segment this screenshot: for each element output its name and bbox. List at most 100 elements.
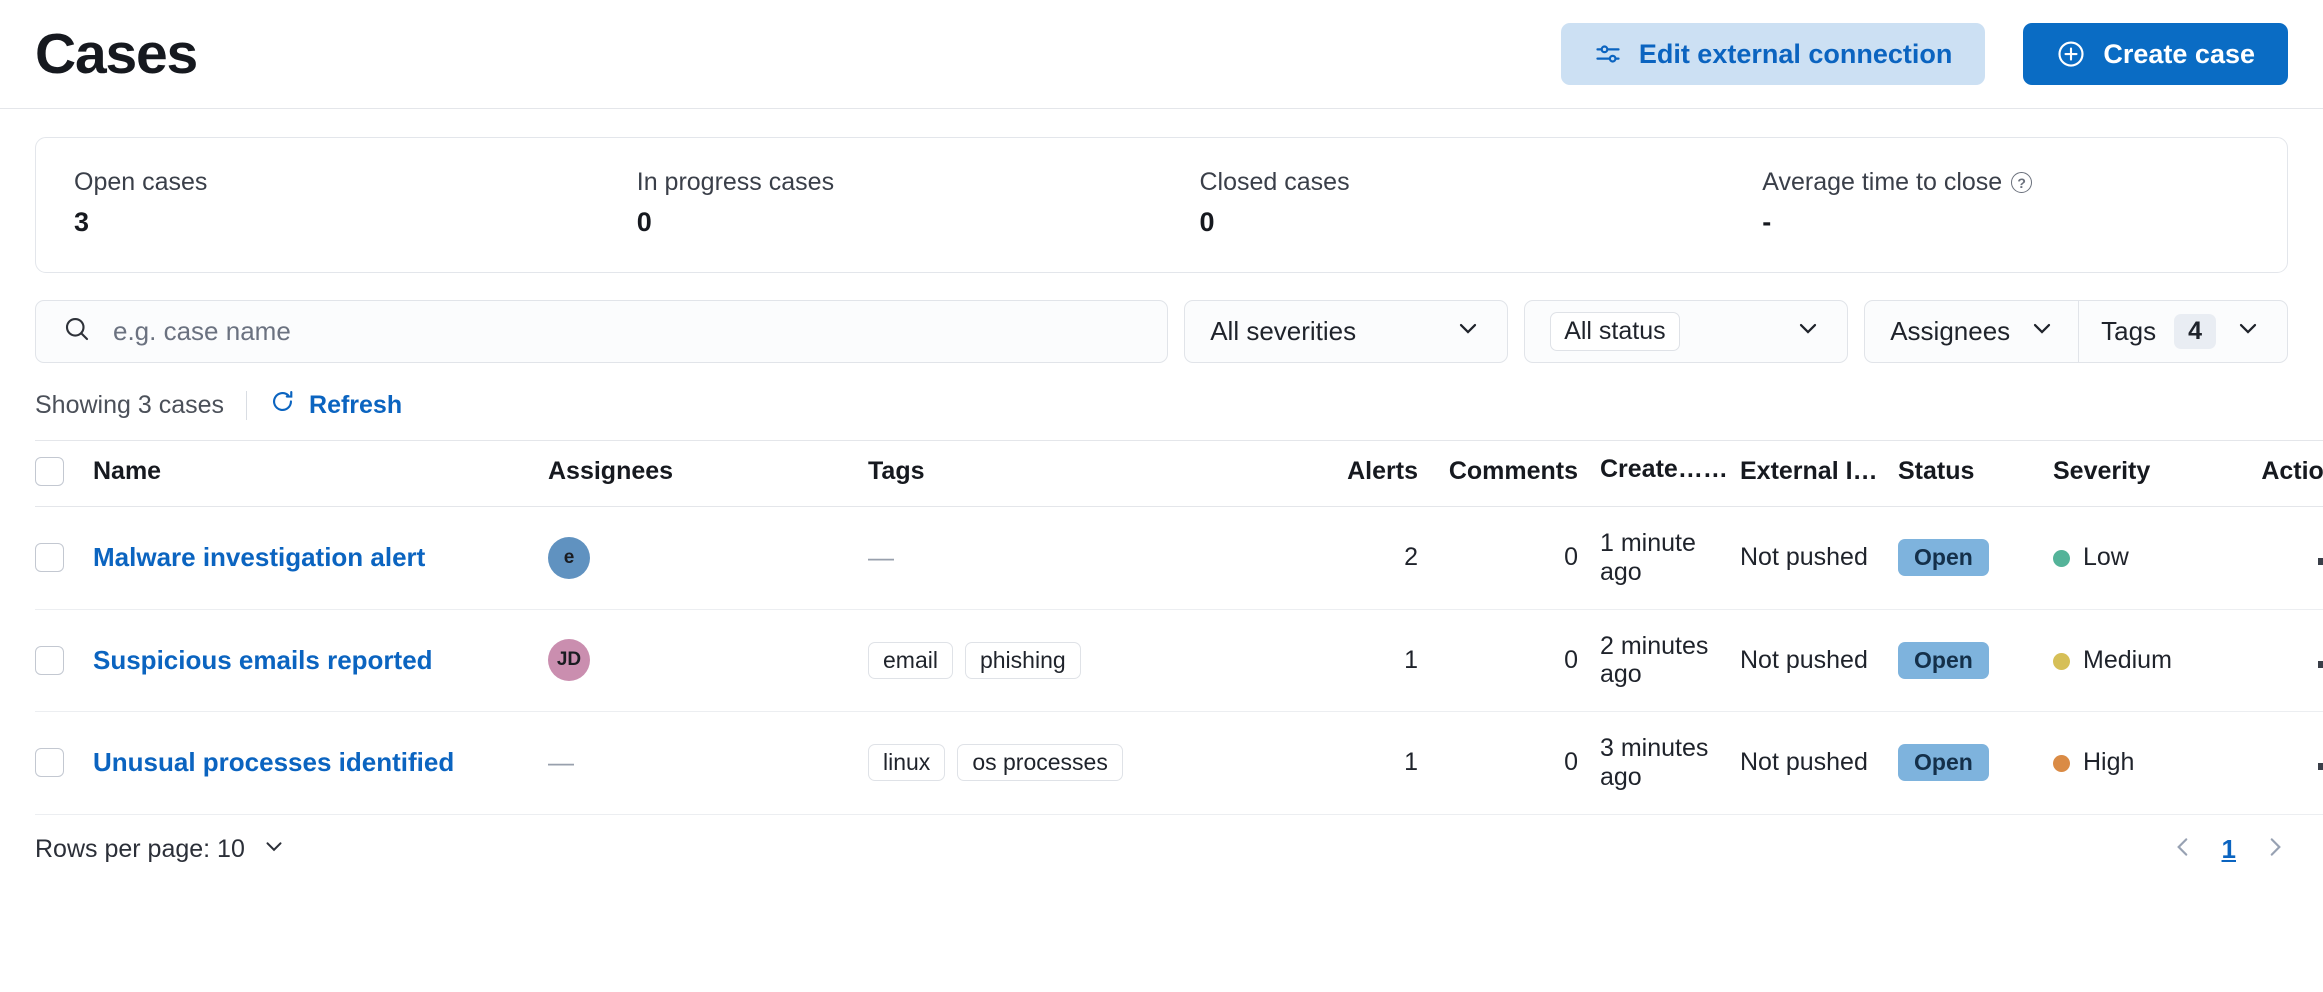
header-external-incident[interactable]: External In…	[1728, 440, 1888, 507]
stat-average-time-to-close-label: Average time to close ?	[1762, 168, 2287, 197]
header-assignees[interactable]: Assignees	[548, 440, 868, 507]
row-comments-cell: 0	[1418, 506, 1578, 610]
row-comments-cell: 0	[1418, 711, 1578, 815]
case-name-link[interactable]: Malware investigation alert	[93, 542, 425, 572]
stats-panel: Open cases 3 In progress cases 0 Closed …	[35, 137, 2288, 273]
severity-indicator: Low	[2053, 543, 2233, 572]
status-filter-group: All status	[1524, 300, 1849, 363]
header-status[interactable]: Status	[1888, 440, 2043, 507]
tags-filter-button[interactable]: Tags 4	[2078, 301, 2287, 362]
header-created-label: Create…	[1600, 455, 1703, 483]
table-row[interactable]: Malware investigation alert e — 2 0 1 mi…	[35, 506, 2323, 610]
tag-chip[interactable]: linux	[868, 744, 946, 782]
row-status-cell: Open	[1888, 609, 2043, 712]
row-created-cell: 2 minutes ago	[1578, 609, 1728, 712]
select-all-checkbox[interactable]	[35, 457, 64, 486]
severity-dot-icon	[2053, 652, 2070, 670]
search-input[interactable]	[113, 316, 1142, 347]
row-select-cell	[35, 609, 93, 712]
assignees-filter-button[interactable]: Assignees	[1865, 301, 2078, 362]
refresh-label: Refresh	[309, 390, 403, 419]
showing-count-text: Showing 3 cases	[35, 390, 225, 419]
severity-filter-button[interactable]: All severities	[1185, 301, 1507, 362]
select-all-header	[35, 440, 93, 507]
status-filter-button[interactable]: All status	[1525, 301, 1847, 362]
tag-chip[interactable]: phishing	[964, 641, 1081, 679]
filters-bar: All severities All status Assignees	[0, 273, 2323, 363]
row-severity-cell: Medium	[2043, 609, 2233, 712]
row-assignees-cell: JD	[548, 609, 868, 712]
row-tags-cell: linux os processes	[868, 711, 1288, 815]
row-alerts-cell: 2	[1288, 506, 1418, 610]
stat-open-cases: Open cases 3	[36, 168, 599, 238]
tags-empty-dash: —	[868, 542, 894, 573]
header-severity[interactable]: Severity	[2043, 440, 2233, 507]
avatar[interactable]: JD	[548, 639, 590, 682]
stat-open-cases-value: 3	[74, 207, 90, 237]
question-mark-icon[interactable]: ?	[2011, 172, 2033, 193]
case-name-link[interactable]: Unusual processes identified	[93, 747, 454, 777]
edit-external-connection-label: Edit external connection	[1638, 38, 1953, 69]
status-badge[interactable]: Open	[1898, 641, 1989, 679]
row-actions-menu-button[interactable]	[2312, 552, 2323, 571]
row-actions-cell	[2233, 609, 2323, 712]
row-severity-cell: High	[2043, 711, 2233, 815]
row-name-cell: Suspicious emails reported	[93, 609, 548, 712]
search-box[interactable]	[35, 300, 1169, 363]
row-actions-menu-button[interactable]	[2312, 655, 2323, 674]
tags-filter-label: Tags	[2101, 316, 2157, 346]
cases-table-head: Name Assignees Tags Alerts Comments Crea…	[35, 440, 2323, 507]
row-checkbox[interactable]	[35, 645, 64, 675]
row-checkbox[interactable]	[35, 748, 64, 778]
header-name[interactable]: Name	[93, 440, 548, 507]
severity-filter-label: All severities	[1210, 316, 1357, 346]
header-alerts[interactable]: Alerts	[1288, 440, 1418, 507]
next-page-icon[interactable]	[2262, 834, 2288, 865]
severity-label: Low	[2083, 543, 2129, 572]
row-tags-cell: —	[868, 506, 1288, 610]
table-row[interactable]: Unusual processes identified — linux os …	[35, 711, 2323, 815]
page-title: Cases	[35, 21, 198, 86]
rows-per-page-label: Rows per page: 10	[35, 834, 245, 863]
row-assignees-cell: —	[548, 711, 868, 815]
chevron-down-icon	[2234, 314, 2262, 349]
row-external-cell: Not pushed	[1728, 609, 1888, 712]
stat-in-progress-cases-label: In progress cases	[637, 168, 1162, 197]
row-external-cell: Not pushed	[1728, 711, 1888, 815]
previous-page-icon[interactable]	[2170, 834, 2196, 865]
header-actions: Actions	[2233, 440, 2323, 507]
severity-dot-icon	[2053, 550, 2070, 568]
stat-average-time-to-close-label-text: Average time to close	[1762, 168, 2003, 196]
header-tags[interactable]: Tags	[868, 440, 1288, 507]
severity-filter-group: All severities	[1184, 300, 1509, 363]
severity-label: Medium	[2083, 645, 2172, 674]
tag-chip[interactable]: os processes	[957, 744, 1123, 782]
stat-closed-cases: Closed cases 0	[1162, 168, 1725, 238]
assignees-filter-label: Assignees	[1890, 316, 2011, 346]
stat-closed-cases-label: Closed cases	[1200, 168, 1725, 197]
create-case-button[interactable]: Create case	[2023, 23, 2288, 85]
row-actions-menu-button[interactable]	[2312, 757, 2323, 776]
pagination: 1	[2170, 834, 2288, 865]
rows-per-page-button[interactable]: Rows per page: 10	[35, 833, 287, 866]
row-alerts-cell: 1	[1288, 609, 1418, 712]
edit-external-connection-button[interactable]: Edit external connection	[1560, 23, 1986, 85]
status-badge[interactable]: Open	[1898, 744, 1989, 782]
table-header-row: Name Assignees Tags Alerts Comments Crea…	[35, 440, 2323, 507]
row-checkbox[interactable]	[35, 543, 64, 573]
severity-indicator: Medium	[2053, 646, 2233, 675]
refresh-icon	[269, 388, 296, 422]
sliders-icon	[1594, 40, 1622, 68]
refresh-button[interactable]: Refresh	[269, 388, 402, 422]
header-created[interactable]: Create…	[1578, 440, 1728, 507]
search-icon	[62, 314, 92, 349]
page-number-1[interactable]: 1	[2222, 834, 2236, 865]
table-row[interactable]: Suspicious emails reported JD email phis…	[35, 609, 2323, 712]
case-name-link[interactable]: Suspicious emails reported	[93, 645, 433, 675]
status-filter-label: All status	[1550, 312, 1680, 351]
header-comments[interactable]: Comments	[1418, 440, 1578, 507]
status-badge[interactable]: Open	[1898, 539, 1989, 577]
tag-chip[interactable]: email	[868, 641, 953, 679]
avatar[interactable]: e	[548, 536, 590, 579]
row-comments-cell: 0	[1418, 609, 1578, 712]
